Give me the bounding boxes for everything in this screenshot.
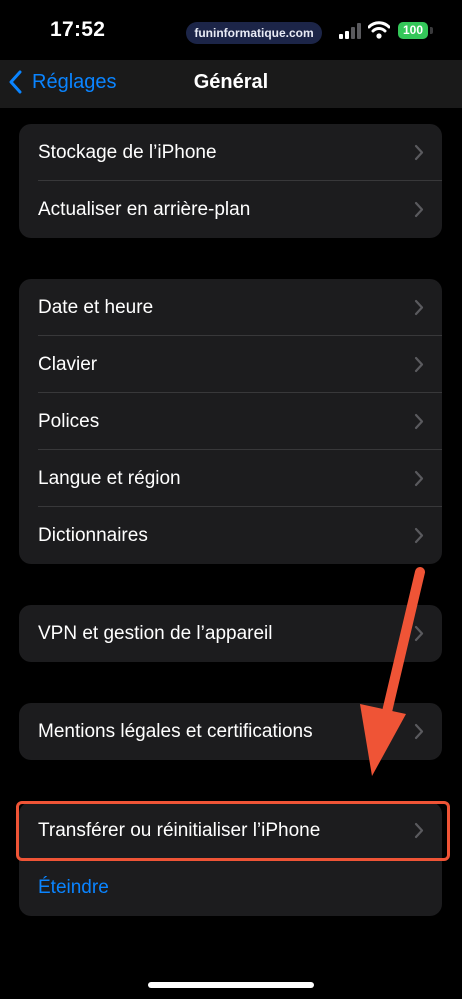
- chevron-right-icon: [414, 413, 424, 430]
- battery-icon: 100: [398, 22, 428, 39]
- chevron-right-icon: [414, 822, 424, 839]
- row-label: Mentions légales et certifications: [38, 720, 313, 742]
- row-label: Actualiser en arrière-plan: [38, 198, 251, 220]
- row-label: Clavier: [38, 353, 98, 375]
- chevron-left-icon: [9, 70, 22, 94]
- chevron-right-icon: [414, 625, 424, 642]
- settings-group-storage: Stockage de l’iPhone Actualiser en arriè…: [19, 124, 442, 238]
- chevron-right-icon: [414, 723, 424, 740]
- row-dictionaries[interactable]: Dictionnaires: [19, 507, 442, 564]
- row-fonts[interactable]: Polices: [19, 393, 442, 450]
- battery-tip: [430, 27, 433, 34]
- row-iphone-storage[interactable]: Stockage de l’iPhone: [19, 124, 442, 181]
- row-date-time[interactable]: Date et heure: [19, 279, 442, 336]
- row-label: Dictionnaires: [38, 524, 148, 546]
- chevron-right-icon: [414, 527, 424, 544]
- chevron-right-icon: [414, 470, 424, 487]
- row-label: VPN et gestion de l’appareil: [38, 622, 273, 644]
- settings-group-vpn: VPN et gestion de l’appareil: [19, 605, 442, 662]
- row-legal-certifications[interactable]: Mentions légales et certifications: [19, 703, 442, 760]
- watermark-label: funinformatique.com: [186, 22, 322, 44]
- status-bar: 17:52 funinformatique.com 100: [0, 0, 462, 60]
- shut-down-button: Éteindre: [38, 876, 109, 898]
- status-time: 17:52: [50, 18, 106, 41]
- row-label: Transférer ou réinitialiser l’iPhone: [38, 819, 321, 841]
- settings-group-legal: Mentions légales et certifications: [19, 703, 442, 760]
- row-transfer-reset[interactable]: Transférer ou réinitialiser l’iPhone: [19, 802, 442, 859]
- row-label: Polices: [38, 410, 100, 432]
- settings-group-reset: Transférer ou réinitialiser l’iPhone Éte…: [19, 802, 442, 916]
- cellular-signal-icon: [339, 23, 361, 39]
- chevron-right-icon: [414, 299, 424, 316]
- row-shut-down[interactable]: Éteindre: [19, 859, 442, 916]
- row-vpn-device-management[interactable]: VPN et gestion de l’appareil: [19, 605, 442, 662]
- row-language-region[interactable]: Langue et région: [19, 450, 442, 507]
- row-label: Stockage de l’iPhone: [38, 141, 217, 163]
- chevron-right-icon: [414, 144, 424, 161]
- chevron-right-icon: [414, 201, 424, 218]
- home-indicator[interactable]: [148, 982, 314, 988]
- navigation-bar: Réglages Général: [0, 60, 462, 108]
- back-button-label: Réglages: [32, 70, 117, 93]
- row-label: Langue et région: [38, 467, 181, 489]
- wifi-icon: [368, 21, 390, 39]
- row-label: Date et heure: [38, 296, 154, 318]
- row-background-refresh[interactable]: Actualiser en arrière-plan: [19, 181, 442, 238]
- chevron-right-icon: [414, 356, 424, 373]
- row-keyboard[interactable]: Clavier: [19, 336, 442, 393]
- back-button[interactable]: Réglages: [8, 60, 117, 104]
- settings-group-locale: Date et heure Clavier Polices Langue et …: [19, 279, 442, 564]
